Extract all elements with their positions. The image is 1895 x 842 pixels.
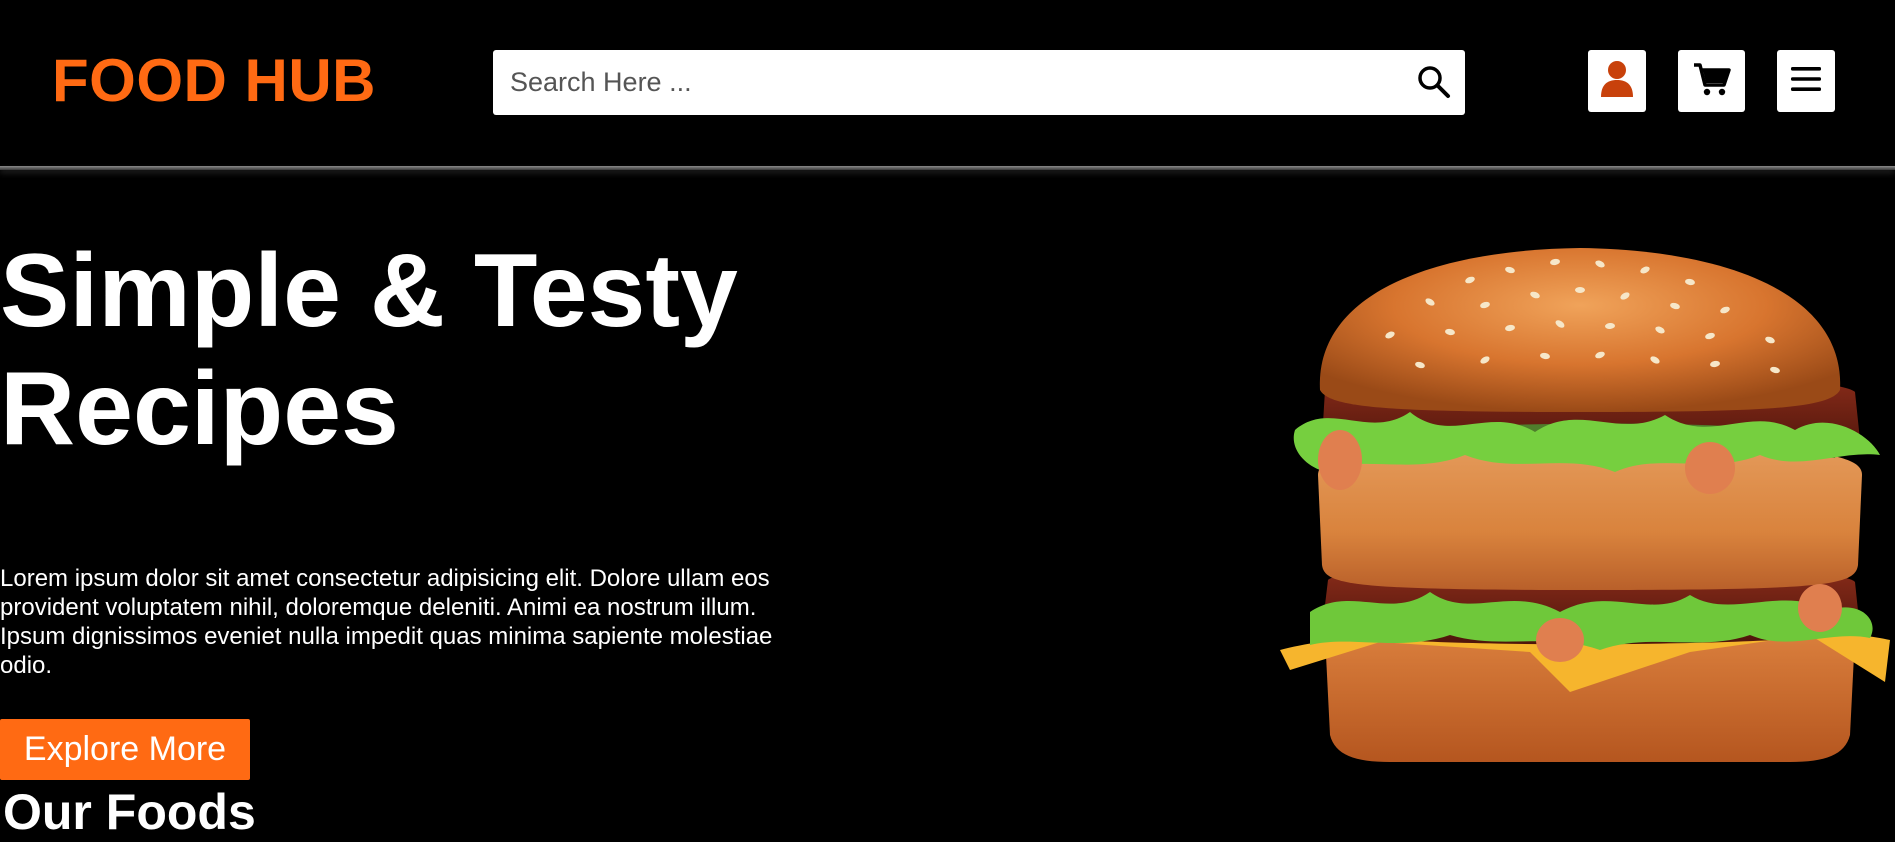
account-button[interactable] [1588,50,1646,112]
site-header: FOOD HUB [0,0,1895,166]
search-icon[interactable] [1415,63,1453,101]
header-divider [0,166,1895,170]
hero-title: Simple & Testy Recipes [0,233,738,467]
cart-button[interactable] [1678,50,1745,112]
site-logo[interactable]: FOOD HUB [52,46,376,116]
search-input[interactable] [493,50,1393,115]
burger-image [1270,240,1895,770]
cart-icon [1692,61,1732,102]
menu-button[interactable] [1777,50,1835,112]
hero-description: Lorem ipsum dolor sit amet consectetur a… [0,565,773,679]
menu-icon [1789,65,1823,98]
search-bar [493,50,1465,115]
explore-more-button[interactable]: Explore More [0,719,250,780]
section-title-our-foods: Our Foods [3,784,256,840]
user-icon [1599,59,1635,104]
